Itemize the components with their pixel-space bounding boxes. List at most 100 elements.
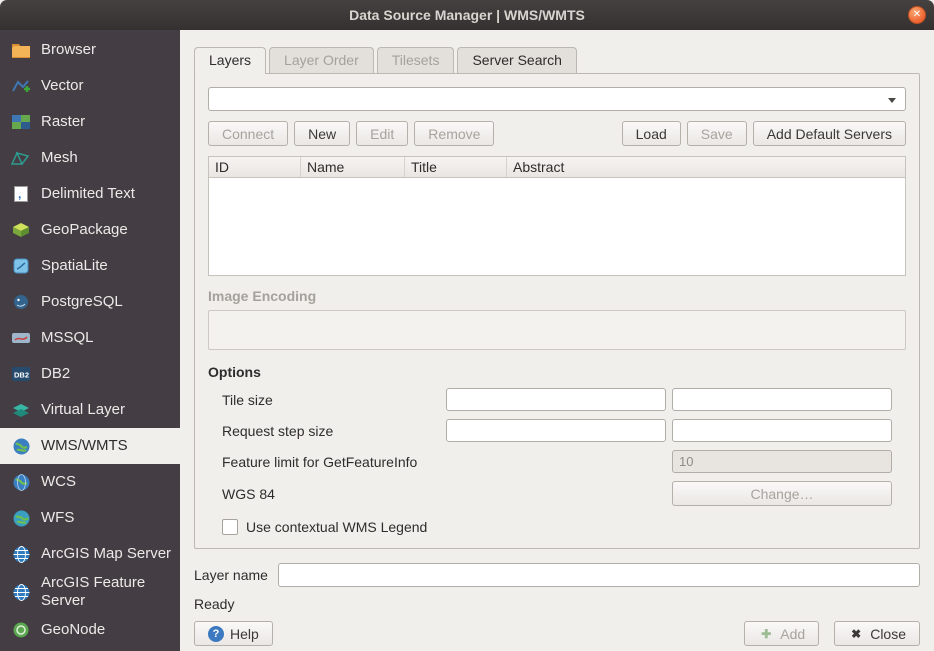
virtual-layer-icon: [10, 403, 32, 418]
request-step-row: Request step size: [208, 419, 906, 442]
titlebar: Data Source Manager | WMS/WMTS ✕: [0, 0, 934, 30]
contextual-legend-row: Use contextual WMS Legend: [208, 519, 906, 535]
postgresql-icon: [10, 294, 32, 310]
layers-table[interactable]: ID Name Title Abstract: [208, 156, 906, 276]
chevron-down-icon: [888, 98, 896, 103]
tile-size-height-input[interactable]: [672, 388, 892, 411]
connect-button[interactable]: Connect: [208, 121, 288, 146]
dialog-button-box: ? Help ✚ Add ✖ Close: [194, 621, 920, 646]
sidebar-item-mesh[interactable]: Mesh: [0, 140, 180, 176]
close-icon: ✖: [848, 626, 864, 642]
status-text: Ready: [194, 596, 920, 612]
sidebar-item-virtual-layer[interactable]: Virtual Layer: [0, 392, 180, 428]
sidebar-item-browser[interactable]: Browser: [0, 32, 180, 68]
request-step-height-input[interactable]: [672, 419, 892, 442]
layers-table-body[interactable]: [209, 178, 905, 275]
column-header-name[interactable]: Name: [301, 157, 405, 177]
tab-bar: Layers Layer Order Tilesets Server Searc…: [180, 47, 934, 73]
sidebar-item-label: Virtual Layer: [41, 401, 125, 419]
layer-name-input[interactable]: [278, 563, 920, 587]
globe-icon: [10, 438, 32, 455]
svg-text:DB2: DB2: [14, 371, 29, 380]
globe-icon: [10, 546, 32, 563]
sidebar-item-label: Delimited Text: [41, 185, 135, 203]
sidebar-item-label: GeoPackage: [41, 221, 128, 239]
vector-icon: [10, 78, 32, 94]
globe-icon: [10, 474, 32, 491]
layer-name-row: Layer name: [194, 563, 920, 587]
sidebar-item-spatialite[interactable]: SpatiaLite: [0, 248, 180, 284]
wms-panel: Layers Layer Order Tilesets Server Searc…: [180, 30, 934, 651]
options-heading: Options: [208, 364, 906, 380]
sidebar-item-delimited-text[interactable]: , Delimited Text: [0, 176, 180, 212]
crs-row: WGS 84 Change…: [208, 481, 906, 506]
connection-select[interactable]: [208, 87, 906, 111]
window-title: Data Source Manager | WMS/WMTS: [349, 7, 585, 23]
feature-limit-input[interactable]: [672, 450, 892, 473]
change-crs-button[interactable]: Change…: [672, 481, 892, 506]
add-button[interactable]: ✚ Add: [744, 621, 819, 646]
sidebar-item-geopackage[interactable]: GeoPackage: [0, 212, 180, 248]
sidebar-item-label: ArcGIS Feature Server: [41, 574, 174, 610]
add-default-servers-button[interactable]: Add Default Servers: [753, 121, 906, 146]
sidebar-item-wcs[interactable]: WCS: [0, 464, 180, 500]
column-header-id[interactable]: ID: [209, 157, 301, 177]
new-button[interactable]: New: [294, 121, 350, 146]
image-encoding-label: Image Encoding: [208, 288, 906, 304]
sidebar-item-geonode[interactable]: GeoNode: [0, 612, 180, 648]
connection-toolbar: Connect New Edit Remove Load Save Add De…: [208, 121, 906, 146]
geonode-icon: [10, 622, 32, 638]
sidebar-item-db2[interactable]: DB2 DB2: [0, 356, 180, 392]
layer-name-label: Layer name: [194, 567, 268, 583]
window-close-icon[interactable]: ✕: [908, 6, 926, 24]
sidebar-item-label: GeoNode: [41, 621, 105, 639]
raster-icon: [10, 115, 32, 129]
tab-layer-order[interactable]: Layer Order: [269, 47, 374, 73]
sidebar-item-label: WMS/WMTS: [41, 437, 128, 455]
sidebar-item-label: Vector: [41, 77, 84, 95]
close-button[interactable]: ✖ Close: [834, 621, 920, 646]
sidebar-item-label: DB2: [41, 365, 70, 383]
plus-icon: ✚: [758, 626, 774, 642]
tab-server-search[interactable]: Server Search: [457, 47, 576, 73]
mssql-icon: [10, 331, 32, 345]
tile-size-width-input[interactable]: [446, 388, 666, 411]
source-type-sidebar: Browser Vector Raster Mesh: [0, 30, 180, 651]
sidebar-item-arcgis-map-server[interactable]: ArcGIS Map Server: [0, 536, 180, 572]
globe-icon: [10, 584, 32, 601]
spatialite-icon: [10, 258, 32, 274]
sidebar-item-label: PostgreSQL: [41, 293, 123, 311]
save-button[interactable]: Save: [687, 121, 747, 146]
sidebar-item-mssql[interactable]: MSSQL: [0, 320, 180, 356]
sidebar-item-label: SpatiaLite: [41, 257, 108, 275]
layers-tab-panel: Connect New Edit Remove Load Save Add De…: [194, 73, 920, 549]
data-source-manager-window: Data Source Manager | WMS/WMTS ✕ Browser…: [0, 0, 934, 651]
sidebar-item-label: MSSQL: [41, 329, 94, 347]
load-button[interactable]: Load: [622, 121, 681, 146]
help-button[interactable]: ? Help: [194, 621, 273, 646]
sidebar-item-arcgis-feature-server[interactable]: ArcGIS Feature Server: [0, 572, 180, 612]
column-header-abstract[interactable]: Abstract: [507, 157, 905, 177]
layers-table-header: ID Name Title Abstract: [209, 157, 905, 178]
sidebar-item-raster[interactable]: Raster: [0, 104, 180, 140]
edit-button[interactable]: Edit: [356, 121, 408, 146]
tab-layers[interactable]: Layers: [194, 47, 266, 74]
tab-tilesets[interactable]: Tilesets: [377, 47, 455, 73]
sidebar-item-wms-wmts[interactable]: WMS/WMTS: [0, 428, 180, 464]
sidebar-item-label: WCS: [41, 473, 76, 491]
column-header-title[interactable]: Title: [405, 157, 507, 177]
sidebar-item-label: Mesh: [41, 149, 78, 167]
sidebar-item-postgresql[interactable]: PostgreSQL: [0, 284, 180, 320]
mesh-icon: [10, 151, 32, 165]
sidebar-item-label: Raster: [41, 113, 85, 131]
tile-size-label: Tile size: [208, 392, 446, 408]
request-step-width-input[interactable]: [446, 419, 666, 442]
sidebar-item-label: WFS: [41, 509, 74, 527]
contextual-legend-checkbox[interactable]: [222, 519, 238, 535]
help-icon: ?: [208, 626, 224, 642]
db2-icon: DB2: [10, 367, 32, 381]
sidebar-item-wfs[interactable]: WFS: [0, 500, 180, 536]
request-step-label: Request step size: [208, 423, 446, 439]
sidebar-item-vector[interactable]: Vector: [0, 68, 180, 104]
remove-button[interactable]: Remove: [414, 121, 494, 146]
